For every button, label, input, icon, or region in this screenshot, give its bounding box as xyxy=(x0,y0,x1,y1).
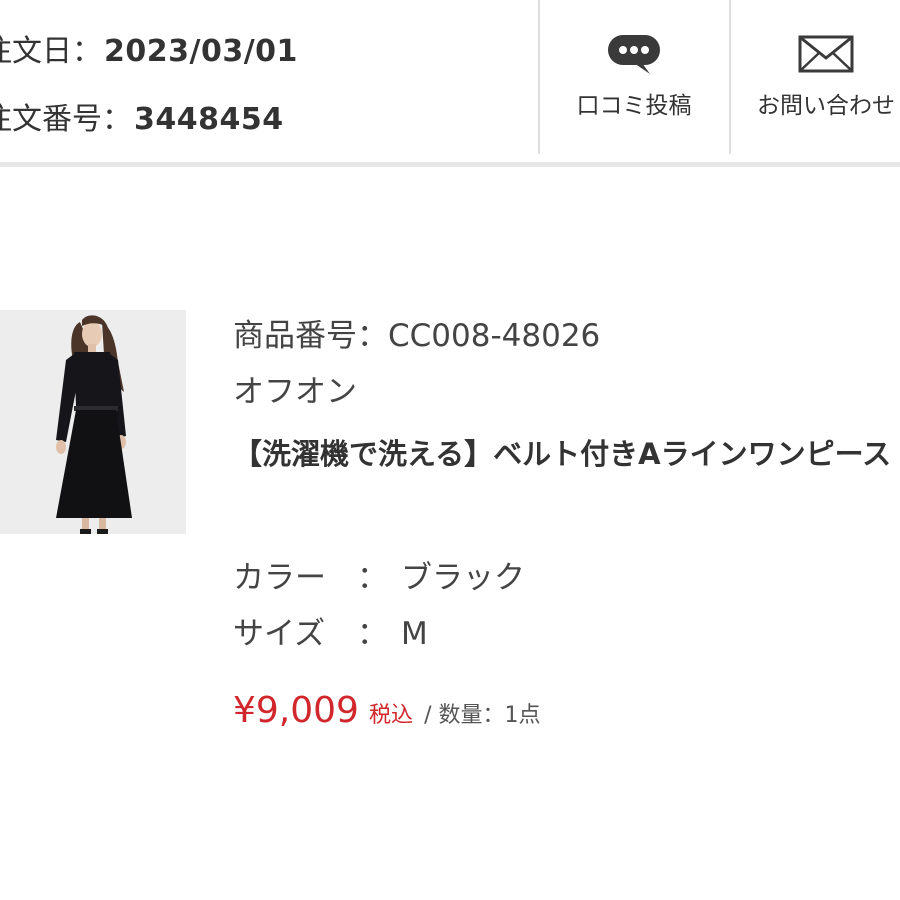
chat-bubble-icon xyxy=(608,35,660,74)
tax-label: 税込 xyxy=(368,703,413,728)
product-name[interactable]: 【洗濯機で洗える】ベルト付きAラインワンピース xyxy=(233,426,900,482)
contact-button[interactable]: お問い合わせ xyxy=(731,32,900,120)
order-number-value: 3448454 xyxy=(134,102,284,137)
review-post-label: 口コミ投稿 xyxy=(576,93,692,119)
order-date: 注文日：2023/03/01 xyxy=(0,26,298,70)
color-attribute: カラー ： ブラック xyxy=(233,552,525,597)
product-code: 商品番号：CC008-48026 xyxy=(233,310,600,355)
mail-envelope-icon xyxy=(798,35,854,73)
order-date-value: 2023/03/01 xyxy=(104,34,298,69)
price: ¥9,009 xyxy=(233,690,359,731)
size-separator: ： xyxy=(357,616,388,652)
size-attribute: サイズ ： M xyxy=(233,608,428,653)
order-number: 注文番号：3448454 xyxy=(0,94,284,138)
section-divider xyxy=(0,162,900,167)
price-row: ¥9,009 税込 / 数量：1点 xyxy=(233,690,540,731)
product-image xyxy=(0,310,186,534)
color-separator: ： xyxy=(357,560,388,596)
size-value: M xyxy=(401,616,428,652)
order-number-label: 注文番号： xyxy=(0,102,132,137)
color-label: カラー xyxy=(233,560,326,596)
order-date-label: 注文日： xyxy=(0,34,102,69)
contact-label: お問い合わせ xyxy=(757,93,895,119)
product-thumbnail[interactable] xyxy=(0,310,186,534)
product-code-value: CC008-48026 xyxy=(388,318,601,354)
brand-name: オフオン xyxy=(233,374,357,410)
quantity-text: / 数量：1点 xyxy=(424,703,541,728)
size-label: サイズ xyxy=(233,616,326,652)
color-value: ブラック xyxy=(401,560,525,596)
product-code-label: 商品番号： xyxy=(233,318,388,354)
review-post-button[interactable]: 口コミ投稿 xyxy=(539,32,729,120)
order-header: 注文日：2023/03/01 注文番号：3448454 口コミ投稿 お問い合わせ xyxy=(0,0,900,160)
